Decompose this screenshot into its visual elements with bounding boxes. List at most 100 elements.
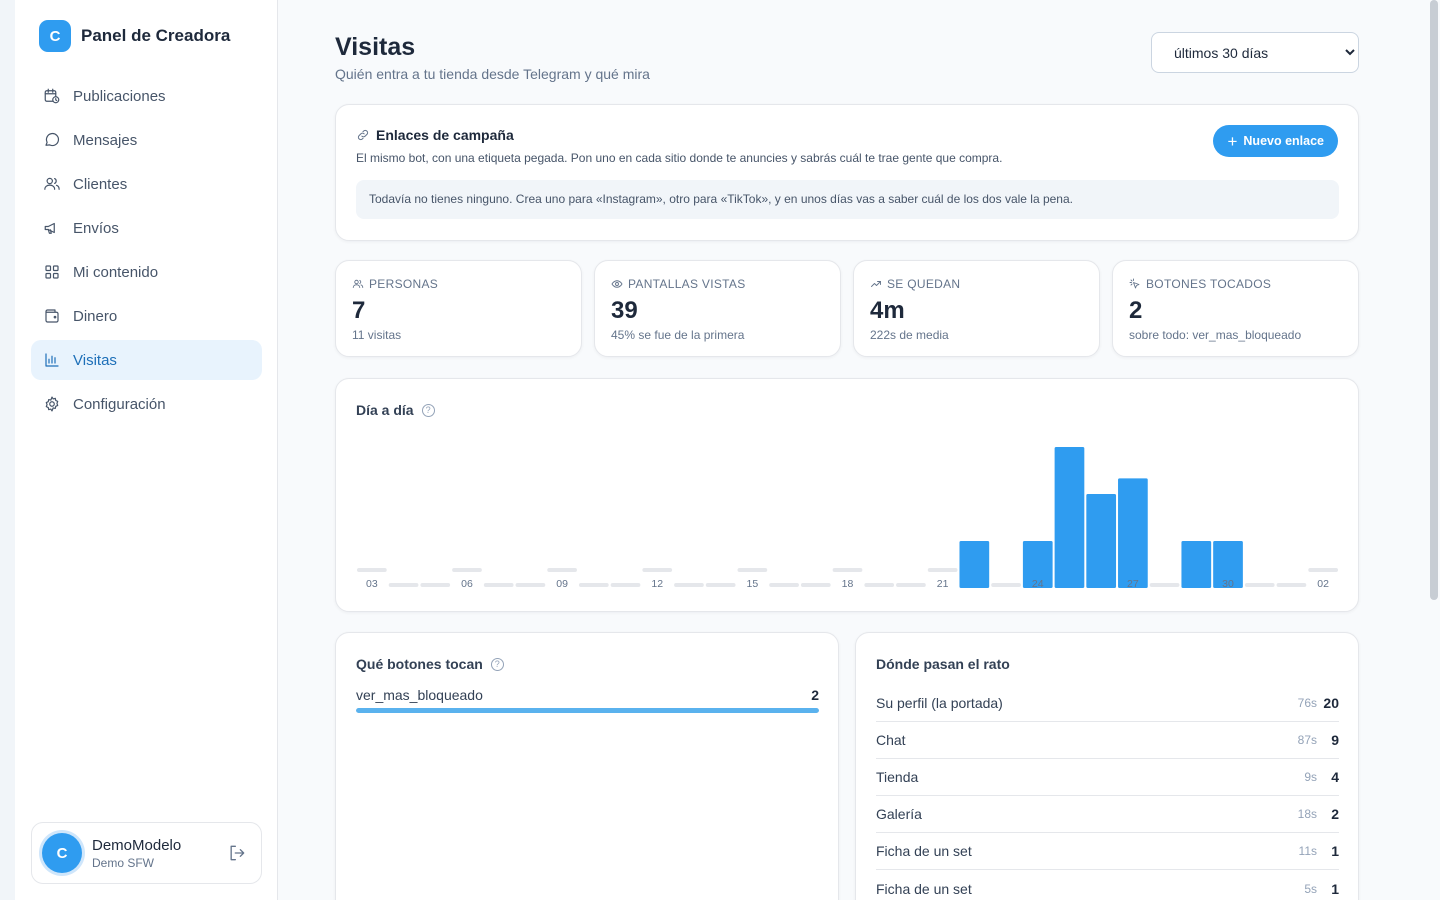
chart-bar-12[interactable] bbox=[642, 568, 673, 572]
chart-bar-25[interactable] bbox=[1054, 447, 1085, 588]
new-link-label: Nuevo enlace bbox=[1243, 134, 1324, 148]
users-icon bbox=[352, 279, 364, 288]
chart-bar-15[interactable] bbox=[737, 568, 768, 572]
megaphone-icon bbox=[44, 222, 55, 234]
link-icon bbox=[357, 129, 369, 141]
logout-button[interactable] bbox=[227, 843, 247, 863]
stat-sub: sobre todo: ver_mas_bloqueado bbox=[1129, 328, 1302, 342]
chart-bar-06[interactable] bbox=[452, 568, 482, 572]
user-role: Demo SFW bbox=[92, 855, 155, 870]
sidebar-item-clientes[interactable]: Clientes bbox=[31, 164, 262, 204]
chart-bar-07[interactable] bbox=[483, 583, 514, 587]
list-item: Su perfil (la portada) 76s 20 bbox=[876, 685, 1339, 722]
places-list: Su perfil (la portada) 76s 20 Chat 87s 9… bbox=[876, 685, 1339, 900]
user-name: DemoModelo bbox=[92, 836, 182, 854]
page-subtitle: Quién entra a tu tienda desde Telegram y… bbox=[335, 66, 650, 82]
x-tick-label: 06 bbox=[461, 578, 473, 590]
brand[interactable]: C Panel de Creadora bbox=[39, 20, 230, 52]
sidebar-item-label: Configuración bbox=[73, 395, 166, 413]
campaign-title-text: Enlaces de campaña bbox=[376, 127, 514, 143]
x-tick-label: 12 bbox=[651, 578, 663, 590]
stat-card-pantallas-vistas: PANTALLAS VISTAS 39 45% se fue de la pri… bbox=[594, 260, 841, 357]
place-time: 18s bbox=[1297, 807, 1317, 821]
chart-bar-21[interactable] bbox=[927, 568, 958, 572]
plus-icon: + bbox=[1227, 131, 1238, 151]
chart-bar-14[interactable] bbox=[705, 583, 736, 587]
sidebar-item-envios[interactable]: Envíos bbox=[31, 208, 262, 248]
calendar-clock-icon bbox=[44, 88, 60, 104]
chart-bar-09[interactable] bbox=[547, 568, 577, 572]
button-row-bar-fill bbox=[356, 708, 819, 713]
chart-bar-17[interactable] bbox=[800, 583, 831, 587]
chart-bar-18[interactable] bbox=[832, 568, 863, 572]
user-info: DemoModelo Demo SFW bbox=[92, 837, 181, 870]
chart-bar-02[interactable] bbox=[1308, 568, 1338, 572]
chart-bar-27[interactable] bbox=[1118, 478, 1148, 588]
place-time: 5s bbox=[1304, 881, 1317, 896]
chart-bar-10[interactable] bbox=[578, 583, 609, 587]
x-tick-label: 02 bbox=[1317, 578, 1329, 590]
page-scrollbar[interactable] bbox=[1430, 0, 1438, 600]
sidebar-item-mensajes[interactable]: Mensajes bbox=[31, 120, 262, 160]
sidebar-item-visitas[interactable]: Visitas bbox=[31, 340, 262, 380]
date-range-select[interactable]: últimos 30 días bbox=[1151, 32, 1359, 73]
sidebar-item-label: Envíos bbox=[73, 219, 119, 237]
sidebar-item-publicaciones[interactable]: Publicaciones bbox=[31, 76, 262, 116]
stat-label-text: PERSONAS bbox=[369, 277, 439, 291]
stat-value: 39 bbox=[611, 297, 638, 324]
chart-bar-19[interactable] bbox=[864, 583, 895, 587]
button-row-label: ver_mas_bloqueado bbox=[356, 687, 483, 703]
brand-title: Panel de Creadora bbox=[81, 26, 231, 45]
place-count: 1 bbox=[1331, 880, 1339, 897]
chart-bar-31[interactable] bbox=[1244, 583, 1275, 587]
chart-bar-13[interactable] bbox=[674, 583, 704, 587]
buttons-section-title: Qué botones tocan ? bbox=[356, 656, 504, 672]
sidebar-item-dinero[interactable]: Dinero bbox=[31, 296, 262, 336]
daily-bar-chart: 03 06 09 12 15 18 21 24 27 30 02 bbox=[357, 447, 1338, 590]
sidebar-item-label: Clientes bbox=[73, 175, 128, 193]
sidebar-item-label: Visitas bbox=[73, 351, 117, 369]
place-count: 20 bbox=[1323, 695, 1339, 711]
chart-bar-16[interactable] bbox=[769, 583, 799, 587]
stat-sub: 11 visitas bbox=[352, 328, 402, 342]
sidebar-item-mi-contenido[interactable]: Mi contenido bbox=[31, 252, 262, 292]
place-time: 9s bbox=[1304, 770, 1317, 784]
gear-icon bbox=[45, 396, 59, 412]
x-tick-label: 30 bbox=[1222, 578, 1234, 590]
stat-card-botones-tocados: BOTONES TOCADOS 2 sobre todo: ver_mas_bl… bbox=[1112, 260, 1359, 357]
sidebar-item-configuracion[interactable]: Configuración bbox=[31, 384, 262, 424]
daily-chart-card: Día a día ? 03 06 09 12 15 18 21 24 27 30 02 bbox=[335, 378, 1359, 612]
sidebar-item-label: Dinero bbox=[73, 307, 118, 325]
stat-card-personas: PERSONAS 7 11 visitas bbox=[335, 260, 582, 357]
x-tick-label: 03 bbox=[366, 578, 378, 590]
chart-bar-28[interactable] bbox=[1149, 583, 1180, 587]
list-item: Galería 18s 2 bbox=[876, 796, 1339, 833]
help-icon[interactable]: ? bbox=[490, 657, 504, 671]
chart-bar-23[interactable] bbox=[991, 583, 1021, 587]
chart-bar-05[interactable] bbox=[420, 583, 451, 587]
button-row-bar bbox=[356, 708, 819, 713]
chart-bar-01[interactable] bbox=[1276, 583, 1307, 587]
chart-bar-04[interactable] bbox=[388, 583, 419, 587]
chart-bar-20[interactable] bbox=[896, 583, 926, 587]
x-tick-label: 18 bbox=[842, 578, 854, 590]
new-link-button[interactable]: + Nuevo enlace bbox=[1213, 125, 1338, 157]
buttons-tapped-card: Qué botones tocan ? ver_mas_bloqueado 2 bbox=[335, 632, 839, 900]
stat-label: BOTONES TOCADOS bbox=[1129, 277, 1271, 291]
chart-bar-08[interactable] bbox=[515, 583, 546, 587]
place-name: Chat bbox=[876, 732, 906, 748]
button-row-count: 2 bbox=[811, 687, 819, 703]
chart-bar-29[interactable] bbox=[1181, 541, 1212, 588]
chart-bar-26[interactable] bbox=[1086, 494, 1117, 588]
chart-bar-11[interactable] bbox=[610, 583, 641, 587]
list-item: Ficha de un set 11s 1 bbox=[876, 833, 1339, 870]
sidebar-nav: Publicaciones Mensajes Clientes Envíos M… bbox=[31, 76, 262, 428]
chart-bar-03[interactable] bbox=[357, 568, 387, 572]
place-name: Ficha de un set bbox=[876, 880, 972, 897]
chart-bar-22[interactable] bbox=[959, 541, 990, 588]
stat-value: 4m bbox=[870, 297, 905, 324]
chat-bubble-icon bbox=[45, 132, 60, 147]
place-name: Su perfil (la portada) bbox=[876, 695, 1003, 711]
list-item: Ficha de un set 5s 1 bbox=[876, 870, 1339, 900]
eye-icon bbox=[611, 280, 623, 288]
